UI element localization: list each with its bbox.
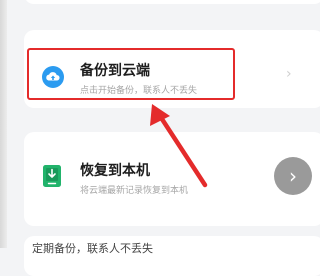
restore-title: 恢复到本机	[80, 163, 150, 179]
download-to-phone-icon	[43, 165, 61, 187]
top-card	[24, 0, 320, 4]
bottom-card-text: 定期备份，联系人不丢失	[32, 242, 153, 255]
chevron-right-icon: ›	[286, 66, 292, 82]
annotation-highlight-box	[27, 48, 235, 100]
left-edge-panel	[0, 0, 7, 248]
restore-subtitle: 将云端最新记录恢复到本机	[80, 186, 189, 196]
next-arrow-button[interactable]: ›	[274, 157, 312, 195]
chevron-right-icon: ›	[289, 164, 297, 188]
